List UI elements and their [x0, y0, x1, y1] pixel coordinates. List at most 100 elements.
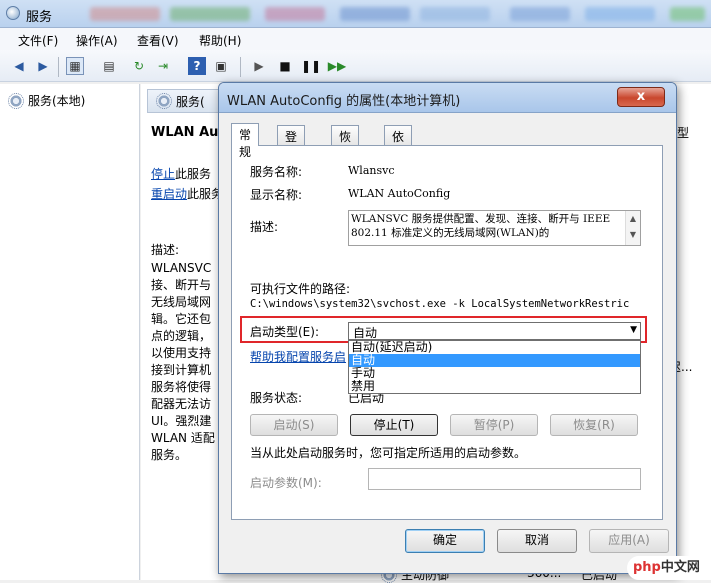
apply-button[interactable]: 应用(A) [589, 529, 669, 553]
tree-item-label: 服务(本地) [28, 94, 86, 108]
restart-service-line: 重启动此服务 [151, 185, 223, 202]
tab-dependencies[interactable]: 依存关系 [384, 125, 413, 195]
startup-params-label: 启动参数(M): [250, 476, 322, 490]
properties-icon[interactable]: ▣ [212, 57, 230, 75]
help-icon[interactable]: ? [188, 57, 206, 75]
column-header-type-fragment: 型 [677, 126, 690, 140]
restart-service-icon[interactable]: ▶▶ [328, 57, 346, 75]
blurred-taskbar-item [265, 7, 325, 21]
gear-icon [8, 92, 24, 109]
menu-help[interactable]: 帮助(H) [199, 32, 241, 49]
description-line: 无线局域网 [151, 295, 212, 309]
selected-service-name: WLAN Au [151, 125, 219, 140]
toolbar: ◀ ▶ ▦ ▤ ↻ ⇥ ? ▣ ▶ ■ ❚❚ ▶▶ [0, 50, 711, 82]
show-hide-tree-icon[interactable]: ▦ [66, 57, 84, 75]
description-line: WLAN 适配 [151, 431, 215, 445]
resume-button[interactable]: 恢复(R) [550, 414, 638, 436]
stop-service-link[interactable]: 停止 [151, 167, 175, 181]
description-scrollbar[interactable]: ▲ ▼ [625, 211, 640, 245]
stop-button[interactable]: 停止(T) [350, 414, 438, 436]
executable-path-value: C:\windows\system32\svchost.exe -k Local… [250, 298, 630, 310]
chevron-down-icon[interactable]: ▼ [630, 325, 637, 335]
scroll-up-icon[interactable]: ▲ [630, 214, 636, 223]
ok-button[interactable]: 确定 [405, 529, 485, 553]
detail-header-label: 服务( [176, 94, 205, 109]
description-line: 接、断开与 [151, 278, 212, 292]
cancel-button[interactable]: 取消 [497, 529, 577, 553]
description-line: WLANSVC [151, 261, 212, 275]
display-name-label: 显示名称: [250, 188, 303, 202]
window-titlebar: 服务 [0, 0, 711, 28]
close-button[interactable]: x [617, 87, 665, 107]
watermark-suffix: 中文网 [660, 560, 700, 575]
scroll-down-icon[interactable]: ▼ [630, 230, 636, 239]
startup-params-hint: 当从此处启动服务时，您可指定所适用的启动参数。 [250, 446, 527, 460]
forward-arrow-icon[interactable]: ▶ [34, 57, 52, 75]
blurred-taskbar-item [585, 7, 655, 21]
help-configure-link[interactable]: 帮助我配置服务启 [250, 348, 346, 365]
description-line: 服务将使得 [151, 380, 212, 394]
description-textbox[interactable]: WLANSVC 服务提供配置、发现、连接、断开与 IEEE 802.11 标准定… [348, 210, 641, 246]
tab-general[interactable]: 常规 [231, 123, 260, 159]
description-line: UI。强烈建 [151, 414, 212, 428]
menu-bar: 文件(F) 操作(A) 查看(V) 帮助(H) [0, 28, 711, 50]
description-value: WLANSVC 服务提供配置、发现、连接、断开与 IEEE 802.11 标准定… [351, 213, 611, 239]
service-name-label: 服务名称: [250, 165, 303, 179]
menu-view[interactable]: 查看(V) [137, 32, 179, 49]
startup-option-manual[interactable]: 手动 [349, 367, 640, 380]
service-status-label: 服务状态: [250, 391, 303, 405]
toolbar-divider [58, 57, 59, 77]
blurred-taskbar-item [670, 7, 705, 21]
stop-service-line: 停止此服务 [151, 165, 211, 182]
export-list-icon[interactable]: ⇥ [154, 57, 172, 75]
tab-logon[interactable]: 登录 [277, 125, 306, 161]
display-name-value: WLAN AutoConfig [348, 187, 451, 200]
startup-option-auto[interactable]: 自动 [349, 354, 640, 367]
blurred-taskbar-item [170, 7, 250, 21]
startup-params-input[interactable] [368, 468, 641, 490]
restart-service-link[interactable]: 重启动 [151, 187, 187, 201]
description-line: 接到计算机 [151, 363, 212, 377]
dialog-titlebar: WLAN AutoConfig 的属性(本地计算机) x [219, 83, 676, 113]
startup-type-value: 自动 [353, 326, 378, 340]
executable-path-label: 可执行文件的路径: [250, 282, 351, 296]
pause-button[interactable]: 暂停(P) [450, 414, 538, 436]
description-text: WLANSVC 接、断开与 无线局域网 辑。它还包 点的逻辑， 以使用支持 接到… [151, 260, 226, 464]
description-line: 辑。它还包 [151, 312, 212, 326]
blurred-taskbar-item [420, 7, 490, 21]
menu-file[interactable]: 文件(F) [18, 32, 58, 49]
refresh-icon[interactable]: ↻ [130, 57, 148, 75]
start-service-icon[interactable]: ▶ [250, 57, 268, 75]
description-line: 服务。 [151, 448, 188, 462]
watermark-logo: php中文网 [627, 556, 711, 580]
gear-icon [156, 93, 172, 109]
description-line: 以使用支持 [151, 346, 212, 360]
description-heading: 描述: [151, 243, 180, 257]
startup-type-label: 启动类型(E): [250, 325, 319, 339]
toolbar-divider [240, 57, 241, 77]
tab-recovery[interactable]: 恢复 [331, 125, 360, 161]
pause-service-icon[interactable]: ❚❚ [301, 57, 321, 75]
blurred-taskbar-item [90, 7, 160, 21]
properties-dialog: WLAN AutoConfig 的属性(本地计算机) x 常规 登录 恢复 依存… [218, 82, 677, 574]
services-app-icon [6, 6, 20, 20]
watermark-prefix: php [633, 560, 661, 575]
stop-service-suffix: 此服务 [175, 167, 212, 181]
service-name-value: Wlansvc [348, 164, 395, 177]
list-view-icon[interactable]: ▤ [100, 57, 118, 75]
startup-option-disabled[interactable]: 禁用 [349, 380, 640, 393]
stop-service-icon[interactable]: ■ [276, 57, 294, 75]
tree-pane: 服务(本地) [0, 84, 140, 580]
dialog-title: WLAN AutoConfig 的属性(本地计算机) [227, 94, 461, 109]
blurred-taskbar-item [510, 7, 570, 21]
general-tab-panel: 服务名称: Wlansvc 显示名称: WLAN AutoConfig 描述: … [231, 145, 663, 520]
startup-type-select[interactable]: 自动 ▼ [348, 322, 641, 340]
start-button[interactable]: 启动(S) [250, 414, 338, 436]
menu-action[interactable]: 操作(A) [76, 32, 118, 49]
startup-option-delayed[interactable]: 自动(延迟启动) [349, 341, 640, 354]
description-line: 点的逻辑， [151, 329, 212, 343]
description-label: 描述: [250, 220, 279, 234]
tree-item-services-local[interactable]: 服务(本地) [8, 92, 85, 109]
blurred-taskbar-item [340, 7, 410, 21]
back-arrow-icon[interactable]: ◀ [10, 57, 28, 75]
